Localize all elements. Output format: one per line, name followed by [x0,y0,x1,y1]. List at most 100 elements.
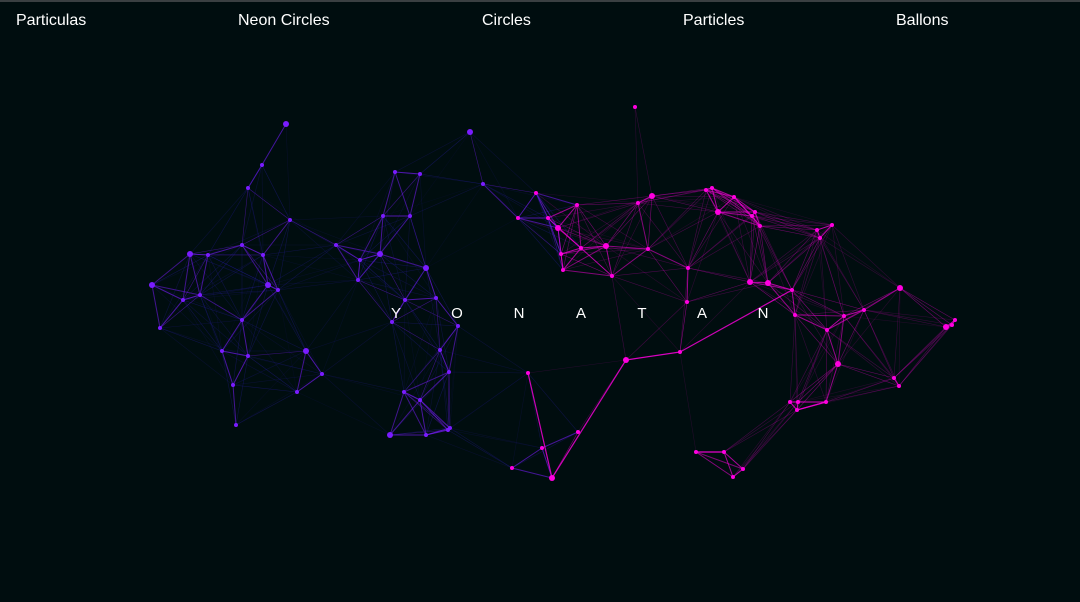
particle-link [687,267,769,284]
particle-dot [393,170,397,174]
particle-dot [576,430,580,434]
particle-link [241,319,323,375]
particle-link [625,351,681,361]
particle-link [321,373,405,393]
particle-link [439,349,449,431]
particle-link [535,192,639,204]
particle-link [742,401,799,470]
nav-link-circles[interactable]: Circles [482,11,531,31]
particle-link [791,229,818,291]
particle-link [517,192,537,219]
particle-dot [765,280,771,286]
particle-dot [603,243,609,249]
particle-link [647,248,689,269]
particle-link [357,267,427,281]
particle-link [733,196,818,231]
particle-dot [694,450,698,454]
particle-link [754,211,769,284]
particle-link [687,211,756,269]
particle-dot [220,349,224,353]
particle-link [679,351,697,453]
particle-link [159,327,223,352]
particle-dot [424,433,428,437]
particle-dot [240,243,244,247]
particle-link [419,131,471,175]
particle-link [837,287,901,365]
particle-link [759,225,793,291]
particle-dot [559,252,563,256]
particle-link [647,248,688,303]
particle-link [159,327,234,386]
particle-dot [206,253,210,257]
particle-link [439,349,529,374]
particle-dot [753,210,757,214]
particle-dot [636,201,640,205]
particle-link [837,363,895,379]
particle-link [449,427,543,449]
particle-link [296,391,391,436]
particle-link [789,314,796,403]
particle-dot [402,390,406,394]
particle-link [732,409,798,478]
particle-link [389,399,421,436]
particle-link [241,319,249,357]
particle-dot [246,186,250,190]
nav-link-neon-circles[interactable]: Neon Circles [238,11,330,31]
particle-link [687,189,707,269]
particle-link [562,247,582,271]
particle-dot [149,282,155,288]
nav-link-particles[interactable]: Particles [683,11,744,31]
particle-dot [198,293,202,297]
particle-link [686,211,719,303]
particle-link [825,329,828,403]
particle-dot [158,326,162,330]
particle-dot [303,348,309,354]
particle-link [285,123,291,221]
particle-link [457,325,529,374]
particle-link [357,215,384,281]
title-letter: Y [390,305,401,322]
particle-dot [423,265,429,271]
particle-link [321,279,359,375]
particle-link [562,248,649,271]
particle-link [611,202,639,277]
particle-dot [546,216,550,220]
particle-link [611,248,649,277]
particle-link [207,164,263,256]
particle-link [151,284,184,301]
nav-link-ballons[interactable]: Ballons [896,11,948,31]
particle-link [277,289,323,375]
particle-link [687,267,751,283]
particle-canvas[interactable]: Y O N A T A N [0,40,1080,602]
particle-link [611,267,689,277]
particle-link [535,192,582,249]
particle-dot [796,400,800,404]
nav-link-particulas[interactable]: Particulas [16,11,86,31]
particle-dot [181,298,185,302]
particle-link [199,244,243,296]
particle-dot [261,253,265,257]
particle-link [267,284,323,375]
particle-link [403,325,459,393]
particle-link [335,171,396,246]
particle-link [151,253,191,286]
particle-dot [795,408,799,412]
particle-dot [897,285,903,291]
top-border [0,0,1080,2]
title-yonatan: Y O N A T A N [0,305,1080,325]
particle-link [816,229,901,289]
particle-link [469,131,484,185]
particle-link [419,173,484,185]
particle-dot [741,467,745,471]
particle-link [261,164,291,221]
particle-link [647,211,719,250]
particle-link [235,373,323,426]
particle-dot [815,228,819,232]
particle-dot [715,209,721,215]
particle-dot [334,243,338,247]
title-letter: T [637,305,647,322]
particle-link [551,359,627,479]
particle-dot [387,432,393,438]
particle-link [389,391,405,436]
particle-link [235,391,298,426]
